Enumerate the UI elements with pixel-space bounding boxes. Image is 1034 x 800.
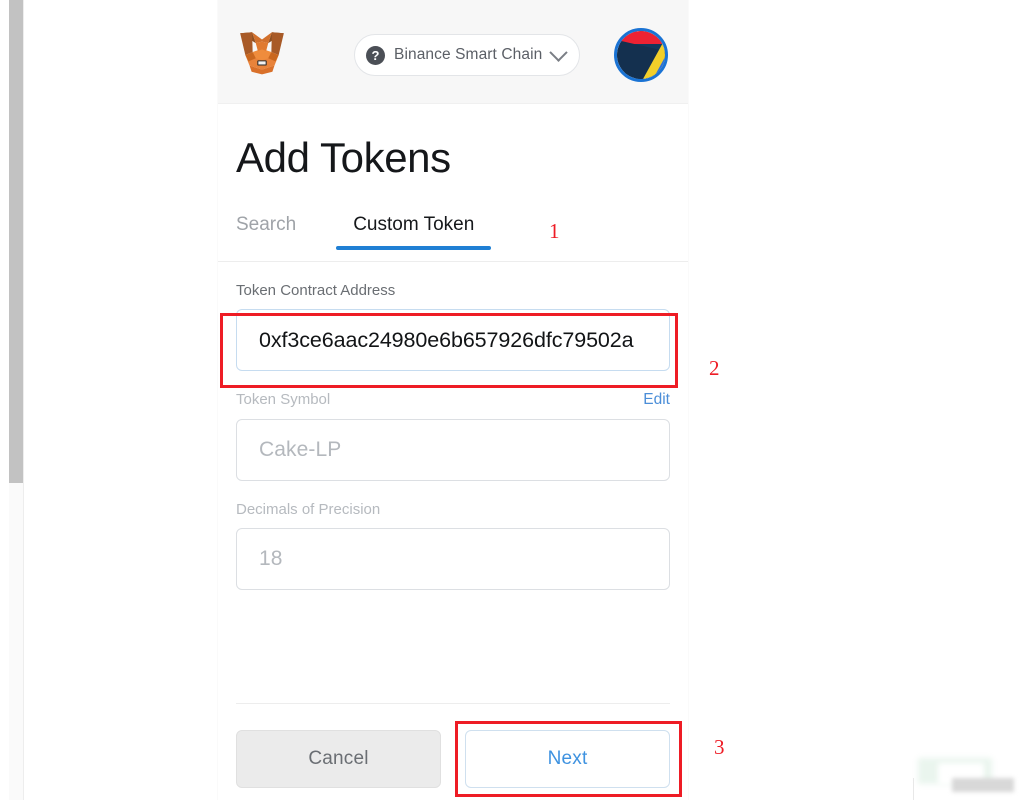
tab-bar: Search Custom Token [218,214,688,262]
page-edge-divider [23,0,24,800]
tab-search[interactable]: Search [236,214,296,250]
background-artifact-gray [952,778,1014,792]
token-symbol-label-row: Token Symbol Edit [236,391,670,409]
annotation-number-3: 3 [714,735,725,759]
decimals-field-block: Decimals of Precision 18 [236,501,670,590]
metamask-popup-panel: ? Binance Smart Chain Add Tokens Search … [218,0,688,800]
contract-address-input[interactable]: 0xf3ce6aac24980e6b657926dfc79502a [236,309,670,371]
annotation-number-2: 2 [709,356,720,380]
token-symbol-label: Token Symbol [236,391,331,408]
token-symbol-input[interactable]: Cake-LP [236,419,670,481]
next-button[interactable]: Next [465,730,670,788]
tab-bar-divider [218,261,688,262]
cancel-button[interactable]: Cancel [236,730,441,788]
decimals-label: Decimals of Precision [236,501,381,518]
annotation-number-1: 1 [549,219,560,243]
question-mark-icon: ? [366,45,385,65]
contract-address-field-block: Token Contract Address 0xf3ce6aac24980e6… [236,282,670,371]
vertical-scrollbar-thumb[interactable] [9,0,23,483]
contract-address-label: Token Contract Address [236,282,396,299]
account-identicon-avatar[interactable] [614,28,668,82]
background-artifact-line [913,778,914,800]
decimals-label-row: Decimals of Precision [236,501,670,518]
edit-token-symbol-link[interactable]: Edit [643,391,670,409]
app-header: ? Binance Smart Chain [218,0,688,104]
chevron-down-icon [549,42,568,62]
decimals-input[interactable]: 18 [236,528,670,590]
metamask-fox-icon [236,26,288,78]
custom-token-form: Token Contract Address 0xf3ce6aac24980e6… [218,282,688,590]
page-title: Add Tokens [236,134,451,181]
token-symbol-field-block: Token Symbol Edit Cake-LP [236,391,670,481]
tab-custom-token[interactable]: Custom Token [336,214,492,250]
contract-address-label-row: Token Contract Address [236,282,670,299]
avatar-artwork [617,31,665,79]
footer-divider [236,703,670,704]
network-name-label: Binance Smart Chain [394,46,543,63]
network-selector[interactable]: ? Binance Smart Chain [354,34,580,76]
footer-button-row: Cancel Next [236,730,670,788]
